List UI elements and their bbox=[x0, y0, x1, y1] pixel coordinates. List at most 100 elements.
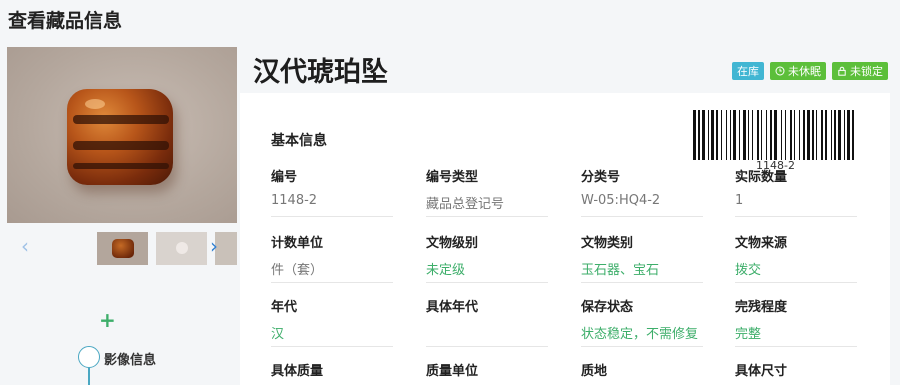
status-badge-not-dormant: 未休眠 bbox=[770, 62, 826, 80]
barcode-bar bbox=[831, 110, 832, 160]
timeline-line bbox=[88, 368, 90, 385]
field-count-unit: 计数单位 件（套） bbox=[271, 232, 393, 283]
barcode-bar bbox=[739, 110, 740, 160]
field-specific-size: 具体尺寸 bbox=[735, 360, 857, 379]
thumbnail-strip: ‹ › bbox=[7, 230, 237, 266]
field-label: 文物来源 bbox=[735, 236, 788, 251]
barcode-bar bbox=[748, 110, 749, 160]
barcode-bar bbox=[716, 110, 718, 160]
status-badge-unlocked: 未锁定 bbox=[832, 62, 888, 80]
field-relic-type: 文物类别 玉石器、宝石 bbox=[581, 232, 703, 283]
barcode-bar bbox=[774, 110, 777, 160]
status-badges: 在库 未休眠 未锁定 bbox=[732, 62, 888, 80]
barcode-bar bbox=[757, 110, 759, 160]
barcode-bar bbox=[702, 110, 705, 160]
field-label: 文物级别 bbox=[426, 236, 479, 251]
thumbnail-3[interactable] bbox=[215, 232, 237, 265]
lock-icon bbox=[838, 66, 846, 76]
field-label: 编号 bbox=[271, 170, 298, 185]
thumbnail-1[interactable] bbox=[97, 232, 148, 265]
barcode-bar bbox=[730, 110, 731, 160]
field-value: 完整 bbox=[735, 323, 857, 347]
field-value: W-05:HQ4-2 bbox=[581, 193, 703, 217]
barcode-bar bbox=[726, 110, 727, 160]
field-value: 1 bbox=[735, 193, 857, 217]
barcode-bar bbox=[799, 110, 800, 160]
badge-label: 未锁定 bbox=[850, 65, 883, 78]
field-material: 质地 bbox=[581, 360, 703, 379]
field-value: 1148-2 bbox=[271, 193, 393, 217]
barcode-bar bbox=[743, 110, 746, 160]
field-actual-quantity: 实际数量 1 bbox=[735, 166, 857, 217]
relic-name: 汉代琥珀坠 bbox=[253, 57, 388, 88]
barcode-bar bbox=[770, 110, 772, 160]
field-preservation-status: 保存状态 状态稳定，不需修复 bbox=[581, 296, 703, 347]
field-label: 分类号 bbox=[581, 170, 621, 185]
field-label: 完残程度 bbox=[735, 300, 788, 315]
field-label: 具体质量 bbox=[271, 364, 324, 379]
barcode-bar bbox=[708, 110, 709, 160]
status-badge-in-store: 在库 bbox=[732, 62, 764, 80]
field-number-type: 编号类型 藏品总登记号 bbox=[426, 166, 548, 217]
barcode-bar bbox=[752, 110, 753, 160]
field-value: 拨交 bbox=[735, 259, 857, 283]
barcode-bar bbox=[847, 110, 850, 160]
barcode-bar bbox=[721, 110, 722, 160]
barcode-bar bbox=[785, 110, 786, 160]
basic-info-card: 基本信息 1148-2 编号 1148-2 编号类型 藏品总登记号 分类号 W-… bbox=[240, 93, 890, 385]
barcode-bar bbox=[781, 110, 782, 160]
barcode bbox=[693, 110, 854, 160]
barcode-bar bbox=[844, 110, 845, 160]
main-relic-image[interactable] bbox=[7, 47, 237, 223]
field-value: 玉石器、宝石 bbox=[581, 259, 703, 283]
barcode-bar bbox=[807, 110, 810, 160]
barcode-bar bbox=[698, 110, 700, 160]
field-specific-mass: 具体质量 bbox=[271, 360, 393, 379]
barcode-bar bbox=[834, 110, 836, 160]
chevron-left-icon[interactable]: ‹ bbox=[21, 236, 29, 256]
barcode-bar bbox=[812, 110, 814, 160]
page-title: 查看藏品信息 bbox=[8, 10, 123, 32]
field-number: 编号 1148-2 bbox=[271, 166, 393, 217]
section-title: 基本信息 bbox=[271, 133, 327, 149]
badge-label: 未休眠 bbox=[788, 65, 821, 78]
field-label: 质地 bbox=[581, 364, 608, 379]
field-category-number: 分类号 W-05:HQ4-2 bbox=[581, 166, 703, 217]
barcode-bar bbox=[790, 110, 792, 160]
amber-pendant-photo bbox=[67, 89, 173, 185]
barcode-bar bbox=[825, 110, 827, 160]
barcode-bar bbox=[733, 110, 736, 160]
field-label: 文物类别 bbox=[581, 236, 634, 251]
chevron-right-icon[interactable]: › bbox=[210, 236, 218, 256]
barcode-bar bbox=[761, 110, 762, 160]
field-mass-unit: 质量单位 bbox=[426, 360, 548, 379]
plus-icon[interactable]: + bbox=[99, 310, 116, 330]
field-label: 具体年代 bbox=[426, 300, 479, 315]
field-label: 实际数量 bbox=[735, 170, 788, 185]
barcode-bar bbox=[711, 110, 714, 160]
clock-icon bbox=[775, 66, 785, 76]
field-value: 件（套） bbox=[271, 259, 393, 283]
field-label: 保存状态 bbox=[581, 300, 634, 315]
field-era: 年代 汉 bbox=[271, 296, 393, 347]
field-relic-grade: 文物级别 未定级 bbox=[426, 232, 548, 283]
barcode-bar bbox=[693, 110, 696, 160]
field-label: 编号类型 bbox=[426, 170, 479, 185]
barcode-bar bbox=[803, 110, 805, 160]
field-relic-source: 文物来源 拨交 bbox=[735, 232, 857, 283]
field-label: 具体尺寸 bbox=[735, 364, 788, 379]
field-value: 汉 bbox=[271, 323, 393, 347]
barcode-bar bbox=[838, 110, 841, 160]
timeline-label-image-info[interactable]: 影像信息 bbox=[104, 349, 156, 368]
thumbnail-2[interactable] bbox=[156, 232, 207, 265]
barcode-bar bbox=[816, 110, 817, 160]
field-value bbox=[426, 323, 548, 347]
field-value: 藏品总登记号 bbox=[426, 193, 548, 217]
field-value: 未定级 bbox=[426, 259, 548, 283]
field-integrity: 完残程度 完整 bbox=[735, 296, 857, 347]
field-value: 状态稳定，不需修复 bbox=[581, 323, 703, 347]
field-label: 年代 bbox=[271, 300, 298, 315]
barcode-bar bbox=[794, 110, 795, 160]
timeline-node[interactable] bbox=[78, 346, 100, 368]
barcode-bar bbox=[766, 110, 767, 160]
